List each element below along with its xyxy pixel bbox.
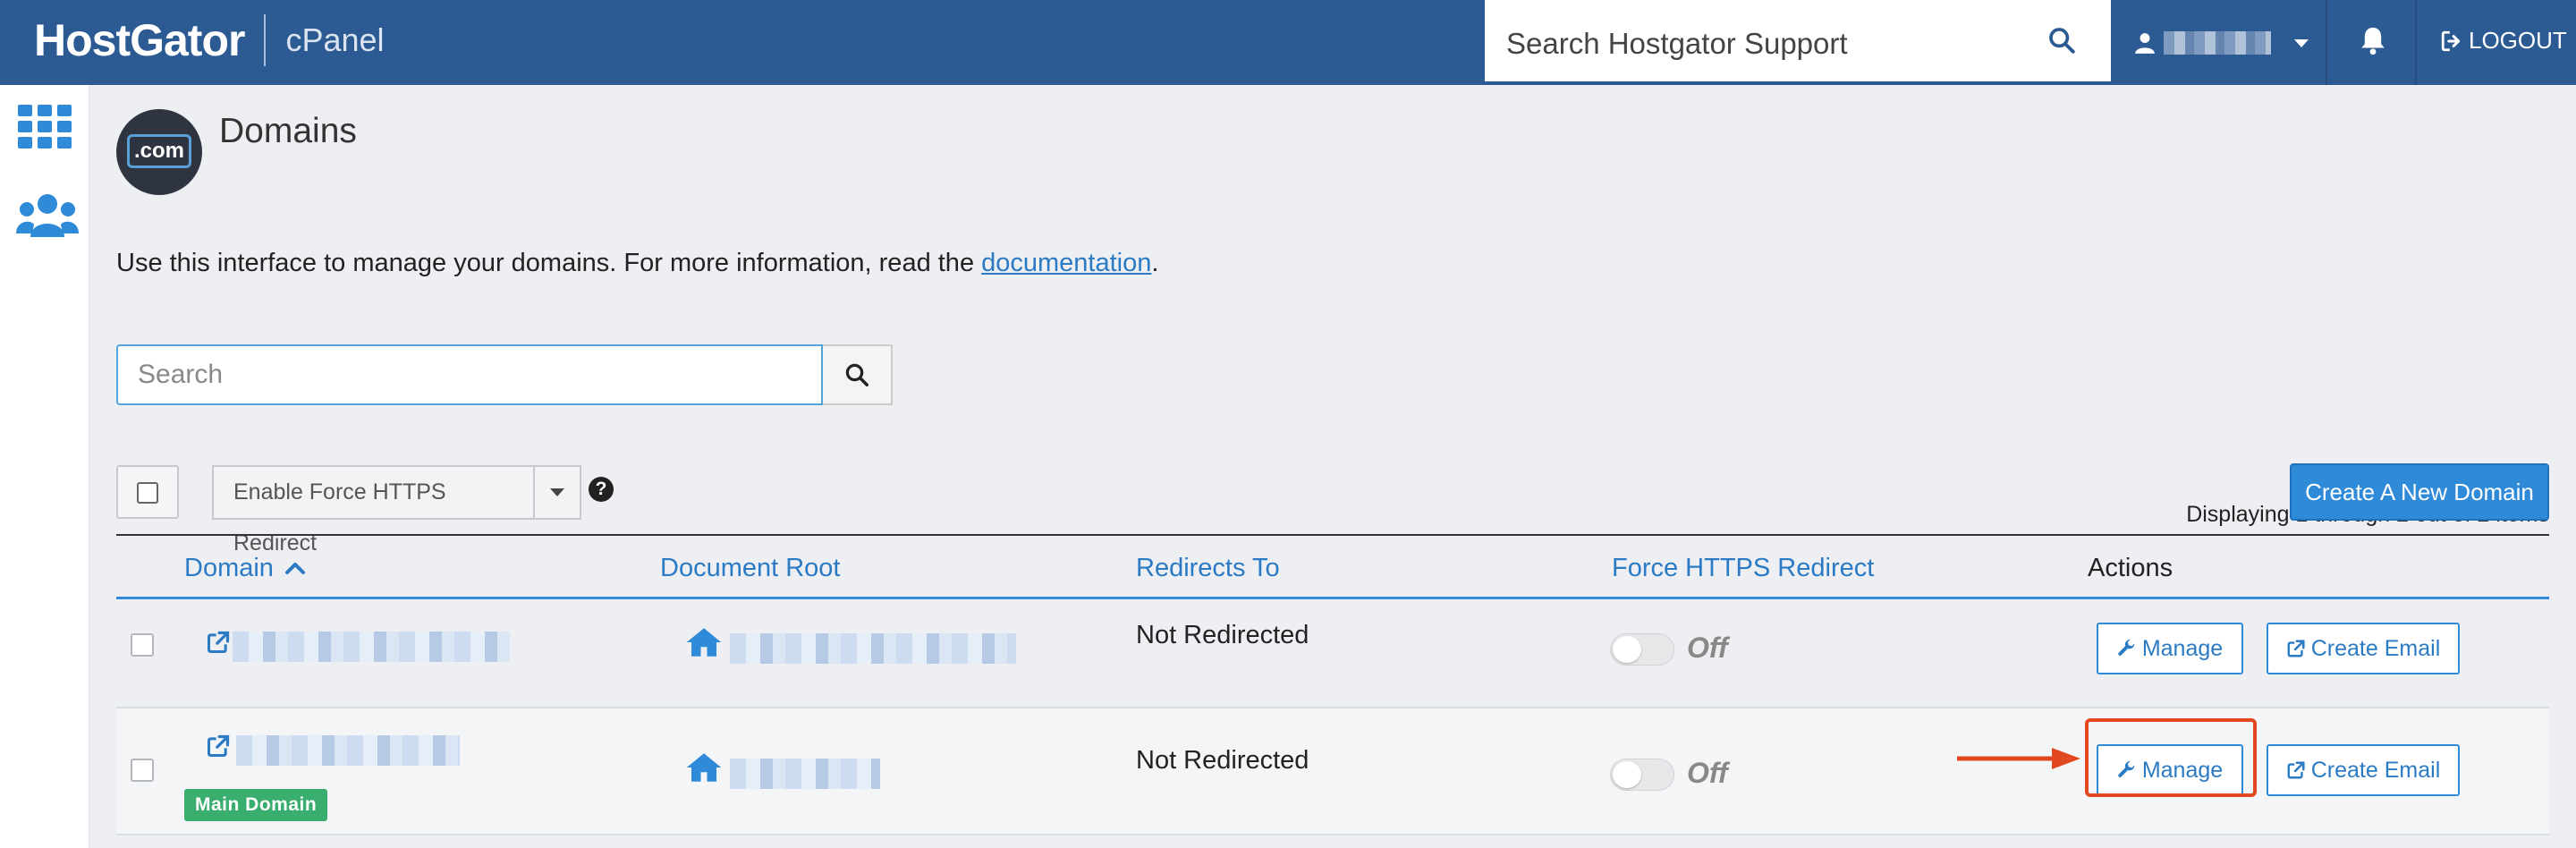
domains-logo-icon: .com (116, 109, 202, 195)
table-header: Domain Document Root Redirects To Force … (116, 534, 2549, 599)
https-toggle[interactable] (1610, 759, 1674, 791)
navbar-divider (2326, 0, 2327, 85)
external-link-icon[interactable] (206, 734, 231, 759)
bulk-action-dropdown[interactable]: Enable Force HTTPS Redirect (212, 465, 581, 555)
logout-icon (2441, 30, 2461, 51)
bell-icon[interactable] (2358, 24, 2388, 56)
help-icon[interactable]: ? (589, 477, 614, 502)
create-email-label: Create Email (2310, 635, 2441, 661)
docroot-redacted[interactable] (730, 633, 1016, 664)
main-domain-badge: Main Domain (184, 789, 328, 821)
https-state: Off (1687, 632, 1728, 664)
redirects-column-header[interactable]: Redirects To (1136, 554, 1280, 583)
dotcom-label: .com (127, 134, 191, 168)
select-all-checkbox[interactable] (116, 465, 179, 519)
logout-button[interactable]: LOGOUT (2440, 27, 2567, 55)
wrench-icon (2118, 639, 2135, 656)
manage-button[interactable]: Manage (2097, 623, 2243, 674)
home-icon (686, 628, 722, 657)
home-icon (686, 753, 722, 782)
toggle-knob (1613, 761, 1641, 788)
intro-sentence: Use this interface to manage your domain… (116, 249, 982, 277)
https-toggle[interactable] (1610, 633, 1674, 666)
redirect-value: Not Redirected (1136, 621, 1309, 649)
callout-arrow-icon (1957, 748, 2080, 769)
brand-name: HostGator (34, 15, 245, 65)
external-link-icon (2287, 761, 2305, 779)
support-search-input[interactable]: Search Hostgator Support (1485, 0, 2111, 81)
brand-logo[interactable]: HostGator cPanel (34, 13, 385, 68)
user-menu[interactable] (2133, 25, 2309, 61)
domain-header-label: Domain (184, 554, 274, 582)
callout-highlight-box (2085, 718, 2257, 797)
row-checkbox[interactable] (131, 759, 154, 782)
bulk-action-label[interactable]: Enable Force HTTPS Redirect (214, 467, 535, 555)
support-search-placeholder: Search Hostgator Support (1506, 27, 1848, 60)
documentation-link[interactable]: documentation (981, 249, 1151, 277)
external-link-icon (2287, 640, 2305, 657)
search-button[interactable] (823, 344, 893, 405)
caret-down-icon (550, 488, 564, 496)
navbar-divider (2415, 0, 2417, 85)
actions-column-header: Actions (2088, 554, 2174, 582)
sort-ascending-icon (285, 563, 305, 574)
search-input[interactable] (118, 346, 821, 403)
docroot-column-header[interactable]: Document Root (660, 554, 841, 583)
domain-name-redacted[interactable] (233, 632, 510, 662)
intro-text: Use this interface to manage your domain… (116, 249, 1158, 278)
create-email-button[interactable]: Create Email (2267, 623, 2460, 674)
bulk-action-toggle[interactable] (535, 467, 580, 518)
create-email-label: Create Email (2310, 757, 2441, 783)
apps-grid-icon[interactable] (18, 105, 72, 149)
user-icon (2135, 33, 2155, 54)
intro-end: . (1151, 249, 1159, 277)
checkbox[interactable] (137, 482, 158, 504)
https-column-header[interactable]: Force HTTPS Redirect (1612, 554, 1874, 583)
docroot-redacted[interactable] (730, 759, 880, 789)
create-email-button[interactable]: Create Email (2267, 744, 2460, 796)
redirect-value: Not Redirected (1136, 746, 1309, 775)
product-name: cPanel (285, 21, 385, 58)
search-icon[interactable] (2046, 25, 2077, 55)
external-link-icon[interactable] (206, 630, 231, 655)
table-row: Not Redirected Off Manage Create Email (116, 599, 2549, 708)
users-icon[interactable] (16, 192, 79, 239)
create-domain-button[interactable]: Create A New Domain (2290, 463, 2549, 521)
https-state: Off (1687, 757, 1728, 789)
page-title: Domains (219, 112, 357, 150)
row-checkbox[interactable] (131, 633, 154, 657)
left-rail (0, 85, 89, 848)
search-input-wrapper (116, 344, 823, 405)
logout-label: LOGOUT (2469, 27, 2567, 54)
top-navbar: HostGator cPanel Search Hostgator Suppor… (0, 0, 2576, 85)
manage-label: Manage (2141, 635, 2224, 661)
toggle-knob (1613, 636, 1641, 663)
username-redacted (2164, 31, 2271, 55)
domain-column-header[interactable]: Domain (184, 554, 306, 583)
chevron-down-icon (2294, 38, 2309, 47)
logo-divider (264, 14, 267, 66)
domain-name-redacted[interactable] (236, 735, 460, 766)
search-icon (845, 363, 869, 386)
